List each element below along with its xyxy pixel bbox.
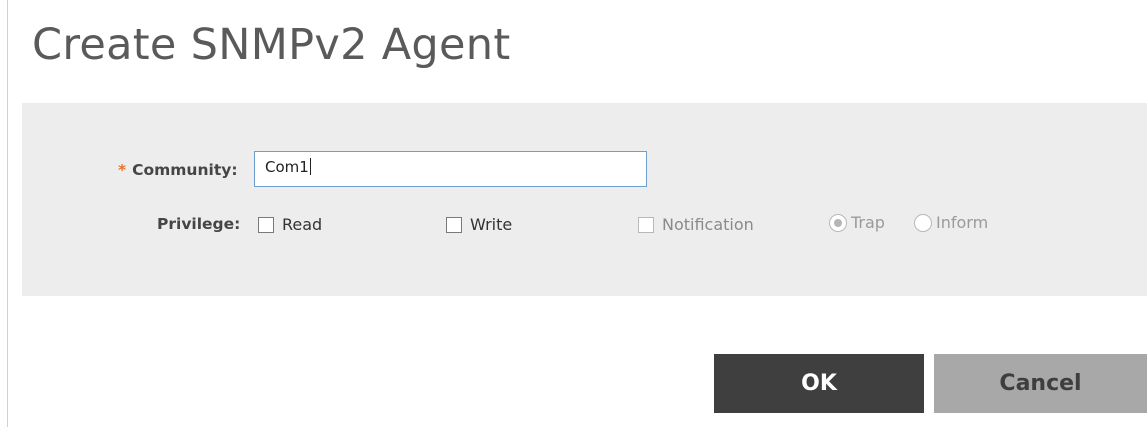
- write-checkbox[interactable]: [446, 216, 462, 233]
- required-marker: *: [118, 161, 127, 179]
- privilege-read-option[interactable]: Read: [258, 215, 322, 234]
- community-input-value: Com1: [265, 158, 309, 176]
- inform-radio[interactable]: [914, 213, 932, 232]
- dialog-left-border: [7, 0, 8, 427]
- cancel-button[interactable]: Cancel: [934, 354, 1147, 413]
- trap-radio[interactable]: [829, 213, 847, 232]
- privilege-write-option[interactable]: Write: [446, 215, 512, 234]
- community-label-text: Community:: [132, 161, 238, 179]
- privilege-label: Privilege:: [157, 215, 241, 233]
- privilege-notification-option[interactable]: Notification: [638, 215, 754, 234]
- inform-radio-option[interactable]: Inform: [914, 213, 988, 232]
- community-label: * Community:: [118, 161, 238, 179]
- notification-label: Notification: [662, 215, 754, 234]
- form-panel: [22, 103, 1147, 296]
- write-label: Write: [470, 215, 513, 234]
- dialog-title: Create SNMPv2 Agent: [32, 20, 511, 70]
- community-input[interactable]: Com1: [254, 151, 647, 187]
- ok-button[interactable]: OK: [714, 354, 924, 413]
- read-label: Read: [282, 215, 323, 234]
- text-caret: [309, 158, 311, 175]
- trap-label: Trap: [851, 213, 885, 232]
- notification-checkbox[interactable]: [638, 216, 654, 233]
- trap-radio-option[interactable]: Trap: [829, 213, 885, 232]
- read-checkbox[interactable]: [258, 216, 274, 233]
- inform-label: Inform: [936, 213, 989, 232]
